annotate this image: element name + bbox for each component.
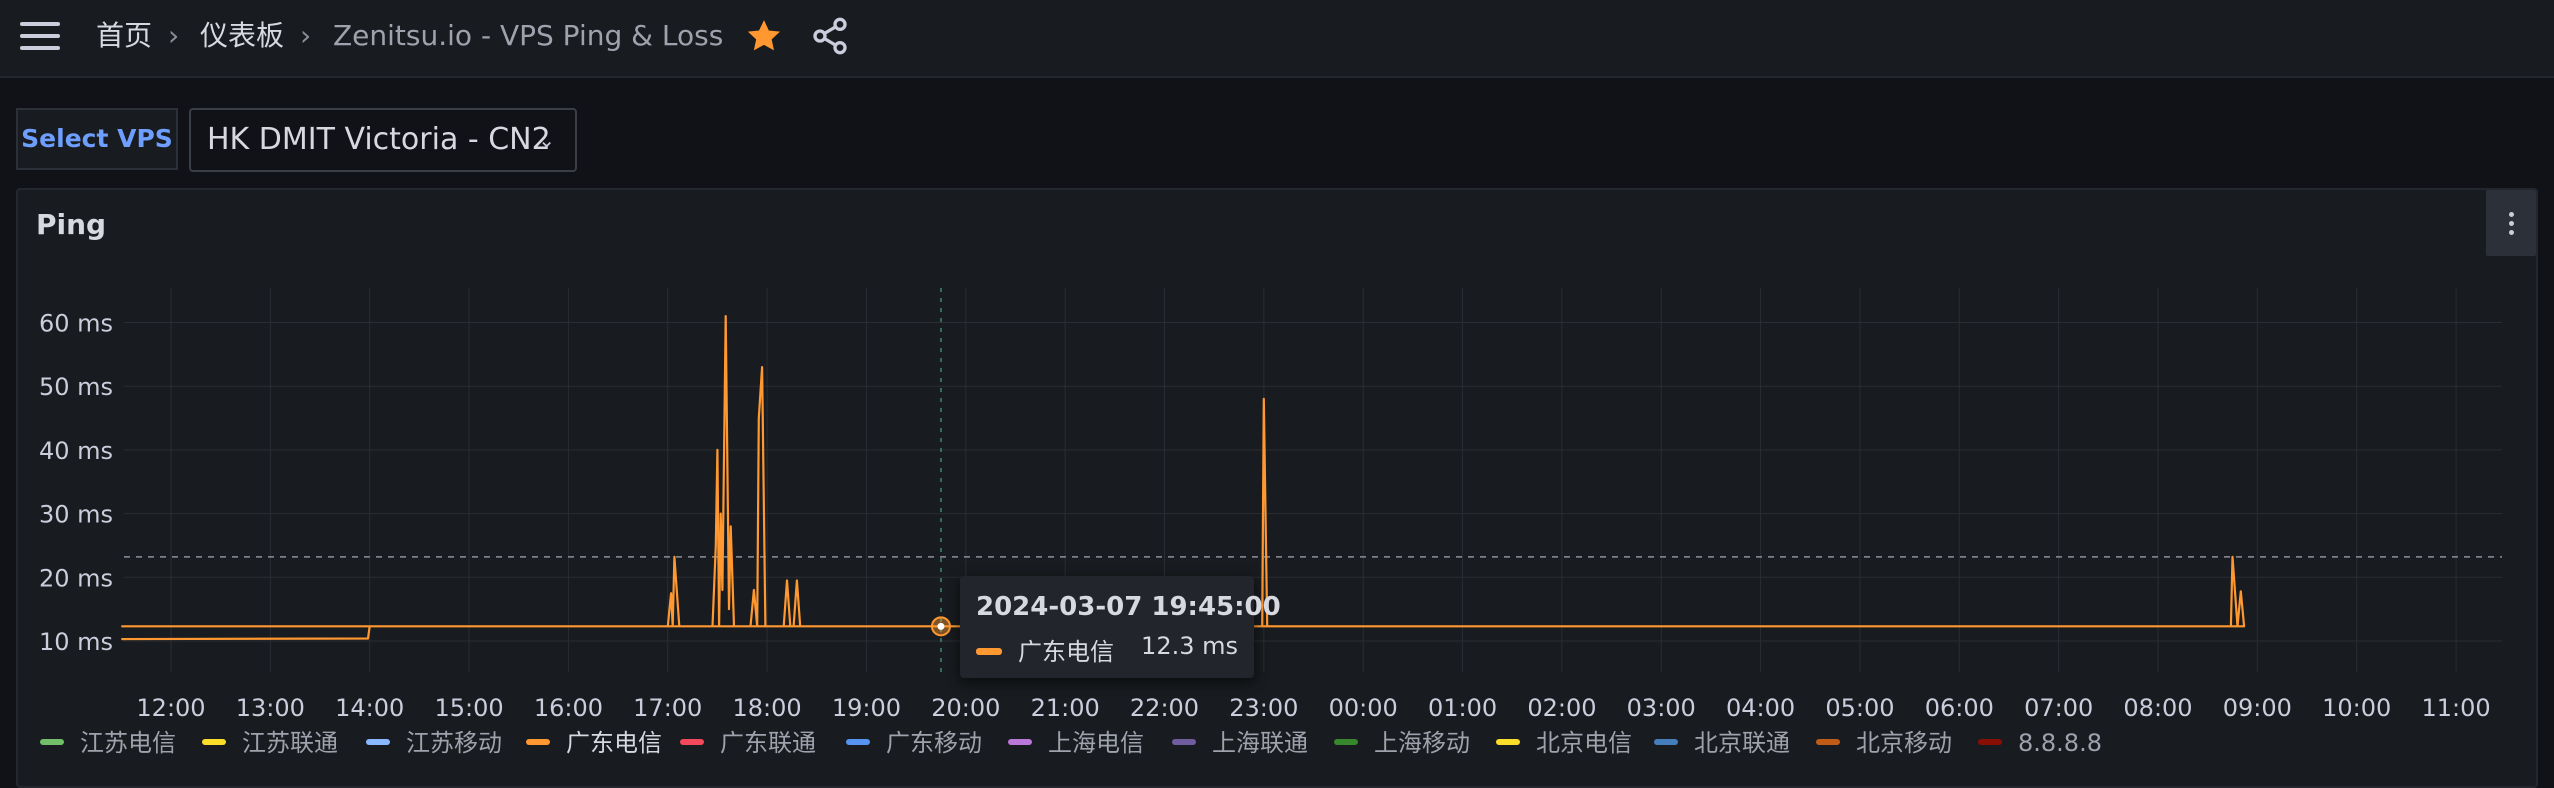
tooltip-series-swatch (976, 647, 1002, 655)
legend-swatch (1172, 739, 1196, 745)
star-icon[interactable] (744, 16, 784, 56)
legend-label: 北京联通 (1694, 729, 1790, 757)
breadcrumb-dashboards[interactable]: 仪表板 (200, 16, 284, 56)
legend-swatch (1978, 739, 2002, 745)
breadcrumb-separator: › (300, 19, 312, 52)
variable-label: Select VPS (16, 108, 178, 170)
tooltip-value: 12.3 ms (1141, 632, 1238, 660)
legend-label: 江苏联通 (242, 729, 338, 757)
breadcrumb-current-dashboard: Zenitsu.io - VPS Ping & Loss (333, 19, 724, 52)
legend-label: 上海移动 (1374, 729, 1470, 757)
legend-swatch (1334, 739, 1358, 745)
tooltip-row: 广东电信 12.3 ms (976, 632, 1238, 667)
legend-swatch (40, 739, 64, 745)
legend-label: 广东电信 (566, 729, 662, 757)
legend-swatch (366, 739, 390, 745)
chart-tooltip: 2024-03-07 19:45:00 广东电信 12.3 ms (960, 576, 1281, 678)
legend-label: 8.8.8.8 (2018, 729, 2102, 757)
legend-swatch (1008, 739, 1032, 745)
chevron-down-icon: ⌄ (538, 128, 555, 152)
legend-item[interactable]: 广东电信 (526, 728, 662, 758)
legend-swatch (1496, 739, 1520, 745)
vps-select-dropdown[interactable]: HK DMIT Victoria - CN2 ⌄ (189, 108, 577, 172)
legend-item[interactable]: 江苏联通 (202, 728, 338, 758)
legend-label: 北京移动 (1856, 729, 1952, 757)
ping-panel: Ping (16, 188, 2538, 788)
legend-item[interactable]: 江苏电信 (40, 728, 176, 758)
chart-legend: 江苏电信 江苏联通 江苏移动 广东电信 广东联通 广东移动 上海电信 上海联通 上海移动 北京电信… (40, 728, 2540, 758)
panel-title: Ping (36, 208, 107, 241)
legend-swatch (680, 739, 704, 745)
legend-swatch (202, 739, 226, 745)
legend-item[interactable]: 北京联通 (1654, 728, 1790, 758)
legend-item[interactable]: 上海联通 (1172, 728, 1308, 758)
legend-item[interactable]: 北京移动 (1816, 728, 1952, 758)
legend-swatch (846, 739, 870, 745)
legend-label: 江苏移动 (406, 729, 502, 757)
legend-item[interactable]: 江苏移动 (366, 728, 502, 758)
legend-swatch (1816, 739, 1840, 745)
hamburger-icon[interactable] (20, 22, 60, 52)
legend-label: 上海联通 (1212, 729, 1308, 757)
tooltip-time: 2024-03-07 19:45:00 (976, 592, 1281, 622)
vps-select-value: HK DMIT Victoria - CN2 (207, 122, 551, 157)
breadcrumb-separator: › (168, 19, 180, 52)
top-navigation-bar: 首页 › 仪表板 › Zenitsu.io - VPS Ping & Loss (0, 0, 2554, 78)
share-icon[interactable] (810, 16, 850, 56)
legend-label: 广东联通 (720, 729, 816, 757)
legend-label: 北京电信 (1536, 729, 1632, 757)
tooltip-series-name: 广东电信 (1018, 638, 1114, 666)
legend-item[interactable]: 上海移动 (1334, 728, 1470, 758)
legend-item[interactable]: 上海电信 (1008, 728, 1144, 758)
legend-swatch (526, 739, 550, 745)
legend-item[interactable]: 广东联通 (680, 728, 816, 758)
legend-item[interactable]: 广东移动 (846, 728, 982, 758)
legend-label: 江苏电信 (80, 729, 176, 757)
breadcrumb-home[interactable]: 首页 (96, 16, 152, 56)
legend-item[interactable]: 北京电信 (1496, 728, 1632, 758)
legend-item[interactable]: 8.8.8.8 (1978, 728, 2102, 758)
vertical-dots-icon[interactable] (2486, 190, 2536, 256)
legend-label: 广东移动 (886, 729, 982, 757)
legend-swatch (1654, 739, 1678, 745)
legend-label: 上海电信 (1048, 729, 1144, 757)
